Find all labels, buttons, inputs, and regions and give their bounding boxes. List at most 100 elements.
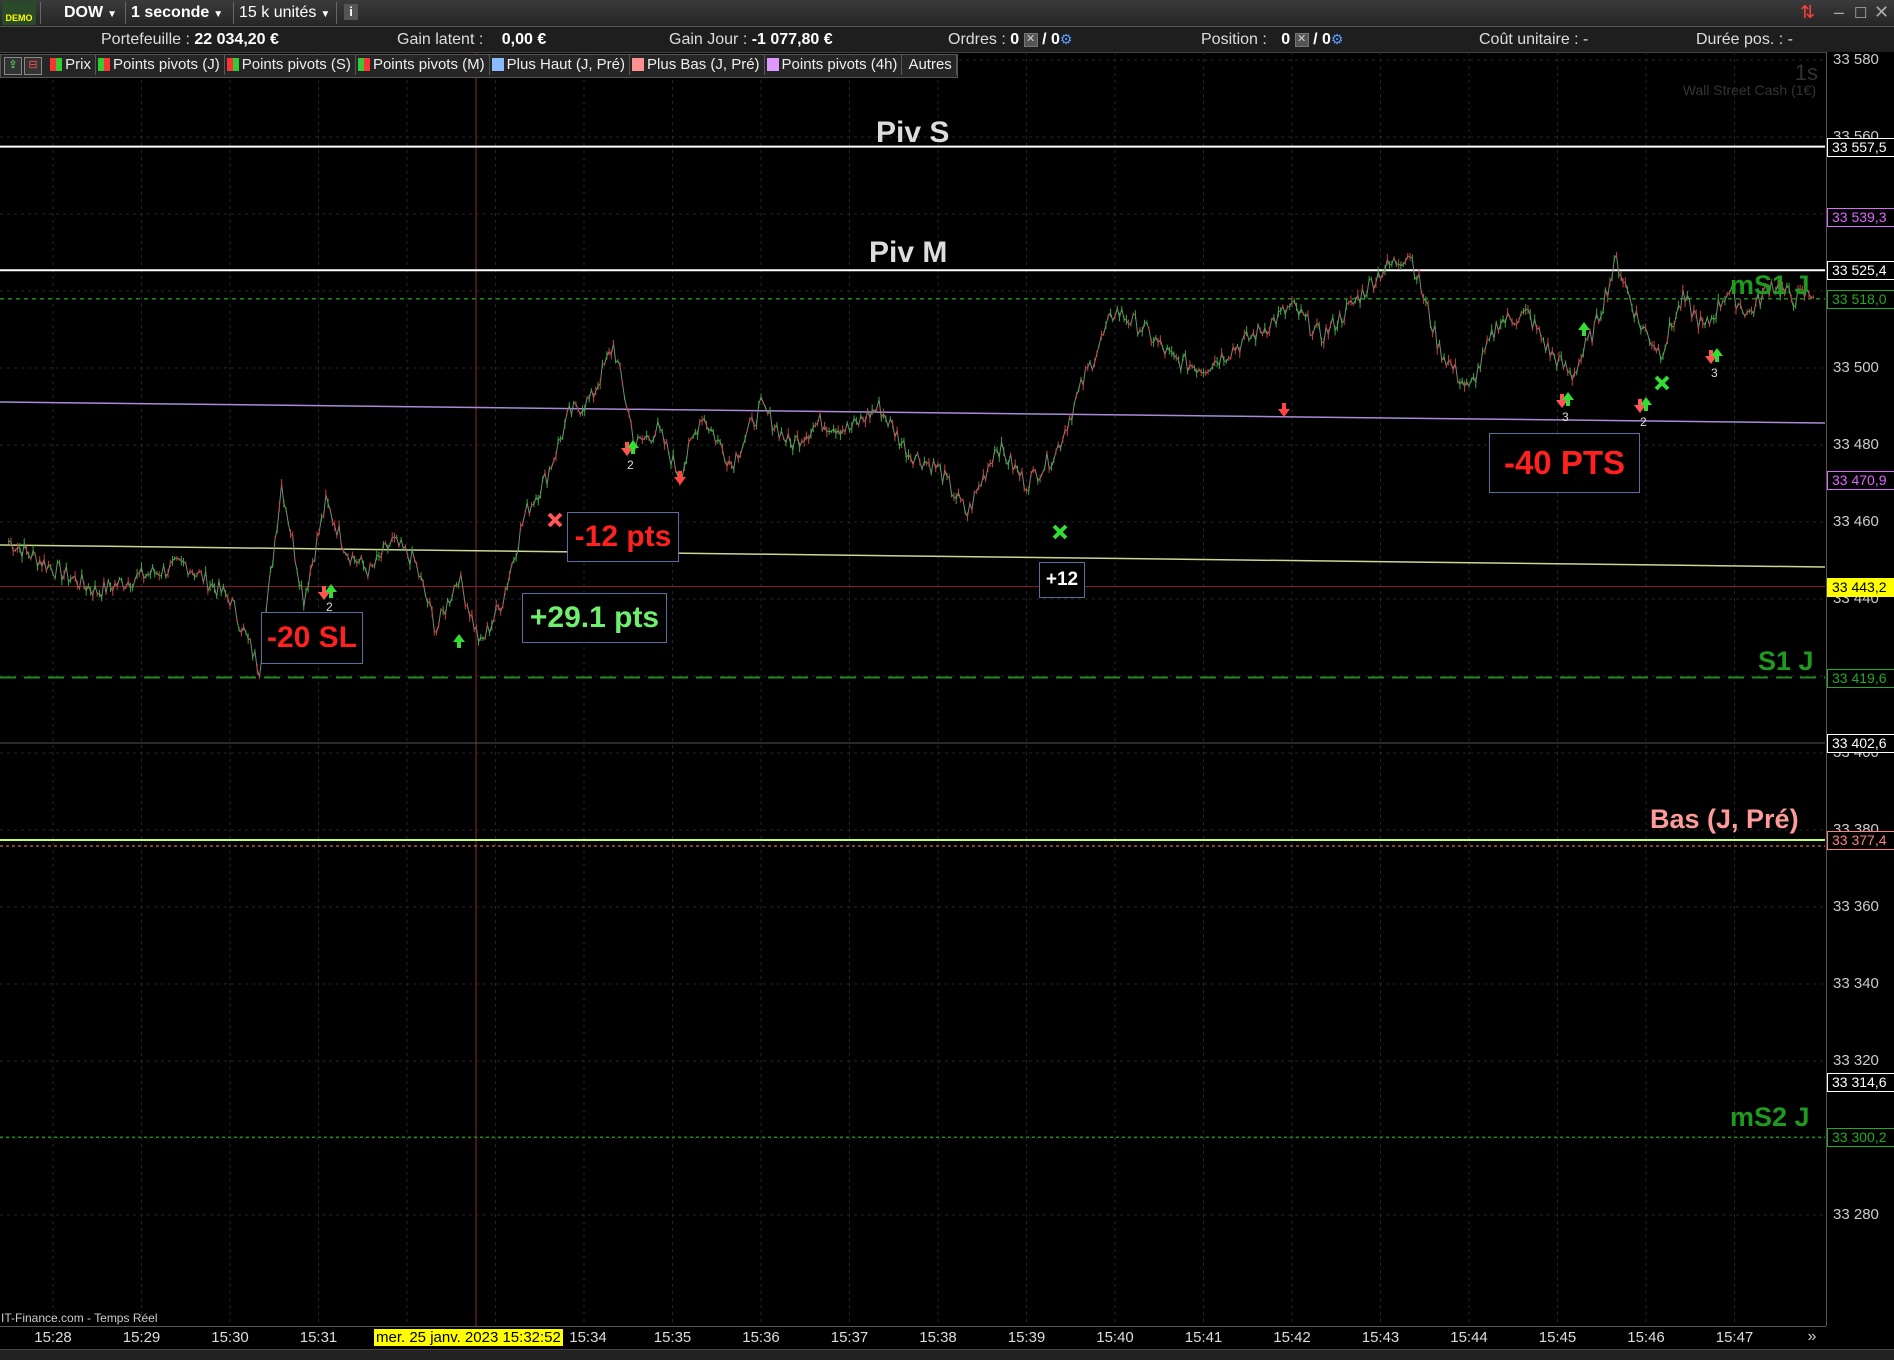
instrument-selector[interactable]: DOW ▼ [64,3,117,23]
remove-indicator-icon[interactable]: ⊟ [24,57,42,75]
buy-arrow-icon [453,634,465,648]
watermark-instrument: Wall Street Cash (1€) [1682,82,1816,98]
maximize-icon[interactable]: ☐ [1854,4,1867,22]
day-gain-info: Gain Jour : -1 077,80 € [669,31,833,49]
trade-exit-marker [1052,524,1068,540]
legend-item-others[interactable]: Autres [902,55,957,75]
legend-swatch [226,58,239,71]
price-tick-label: 33 360 [1833,898,1879,915]
legend-swatch [491,58,504,71]
legend-label: Points pivots (S) [241,56,351,73]
day-gain-label: Gain Jour : [669,31,748,48]
price-level-tag: 33 518,0 [1827,289,1894,309]
legend-swatch [357,58,370,71]
pivot-m-label: Piv M [869,236,948,269]
legend-label: Autres [908,56,952,73]
time-tick-label: 15:45 [1538,1329,1577,1346]
add-indicator-icon[interactable]: ⇪ [4,57,22,75]
portfolio-info: Portefeuille : 22 034,20 € [101,31,279,49]
previous-low-label: Bas (J, Pré) [1650,804,1799,834]
position-info: Position : 0 ✕ / 0⚙ [1201,31,1343,49]
cancel-orders-icon[interactable]: ✕ [1023,32,1038,47]
time-tick-label: 15:42 [1273,1329,1311,1346]
legend-item-previous-low[interactable]: Plus Bas (J, Pré) [630,55,765,75]
portfolio-label: Portefeuille : [101,31,190,48]
price-axis[interactable]: 33 58033 56033 50033 48033 46033 44033 4… [1826,51,1894,1326]
time-tick-label: 15:31 [299,1329,338,1346]
time-tick-label: 15:28 [34,1329,72,1346]
legend-item-price[interactable]: Prix [48,55,97,75]
time-axis[interactable]: 15:28 15:29 15:30 15:31 15:34 15:35 15:36 15:37… [0,1326,1826,1349]
info-button[interactable]: i [344,4,358,20]
portfolio-value: 22 034,20 € [194,31,279,48]
chevron-down-icon: ▼ [320,9,331,20]
time-tick-label: 15:38 [919,1329,957,1346]
price-level-tag: 33 525,4 [1827,261,1894,281]
price-tick-label: 33 340 [1833,975,1879,992]
price-tick-label: 33 460 [1833,513,1879,530]
legend-swatch [766,58,779,71]
orders-label: Ordres : [948,31,1006,48]
units-selector[interactable]: 15 k unités ▼ [239,3,330,23]
minimize-icon[interactable]: – [1834,2,1844,23]
trade-exit-marker [547,512,563,528]
toolbar-separator [40,2,41,24]
trade-result-box: -20 SL [261,612,363,664]
trend-line-purple [0,401,1825,424]
pivot-s-label: Piv S [876,116,950,149]
position-label: Position : [1201,31,1267,48]
position-duration-label: Durée pos. : - [1696,31,1793,48]
orders-info: Ordres : 0 ✕ / 0⚙ [948,31,1072,49]
marker-count: 3 [1562,410,1569,424]
refresh-icon[interactable]: ⇅ [1800,2,1815,23]
latent-gain-info: Gain latent : 0,00 € [397,31,546,49]
scroll-right-icon[interactable]: » [1800,1326,1824,1348]
close-position-icon[interactable]: ✕ [1294,32,1309,47]
price-level-tag: 33 419,6 [1827,668,1894,688]
time-tick-label: 15:43 [1361,1329,1400,1346]
legend-label: Points pivots (M) [372,56,485,73]
legend-item-monthly-pivots[interactable]: Points pivots (M) [356,55,490,75]
close-icon[interactable]: ✕ [1874,2,1889,23]
time-tick-label: 15:30 [211,1329,249,1346]
time-tick-label: 15:47 [1715,1329,1754,1346]
legend-item-weekly-pivots[interactable]: Points pivots (S) [225,55,356,75]
legend-item-daily-pivots[interactable]: Points pivots (J) [96,55,225,75]
s1-level-label: S1 J [1758,646,1814,676]
unit-cost-label: Coût unitaire : - [1479,31,1589,48]
demo-label: DEMO [5,13,33,23]
marker-count: 2 [1640,415,1647,429]
period-label: 1 seconde [131,4,210,21]
sell-arrow-icon [674,471,686,485]
period-selector[interactable]: 1 seconde ▼ [131,3,223,23]
time-tick-label: 15:41 [1184,1329,1223,1346]
time-tick-label: 15:46 [1627,1329,1665,1346]
trade-exit-marker [1654,375,1670,391]
price-chart[interactable]: 1s Wall Street Cash (1€) Piv S Piv M mS1… [0,52,1825,1326]
trade-result-box: -40 PTS [1489,433,1640,493]
legend-swatch [632,58,645,71]
latent-gain-value: 0,00 € [501,31,547,48]
time-tick-label: 15:36 [742,1329,780,1346]
bottom-taskbar [0,1349,1894,1360]
price-level-tag: 33 377,4 [1827,831,1894,850]
cursor-date-tag: mer. 25 janv. 2023 15:32:52 [374,1329,563,1346]
price-tick-label: 33 480 [1833,436,1879,453]
gear-icon[interactable]: ⚙ [1060,31,1073,47]
legend-item-previous-high[interactable]: Plus Haut (J, Pré) [490,55,631,75]
price-level-tag: 33 314,6 [1827,1072,1894,1092]
instrument-label: DOW [64,4,104,21]
price-level-tag: 33 539,3 [1827,207,1894,227]
trade-result-box: +12 [1039,562,1085,598]
data-source-label: IT-Finance.com - Temps Réel [1,1311,158,1325]
orders-total: / 0 [1042,31,1060,48]
time-tick-label: 15:40 [1096,1329,1134,1346]
price-level-tag: 33 300,2 [1827,1128,1894,1148]
account-info-bar: Portefeuille : 22 034,20 € Gain latent :… [0,27,1894,53]
indicator-legend: ⇪ ⊟ Prix Points pivots (J) Points pivots (S… [0,54,958,78]
legend-item-4h-pivots[interactable]: Points pivots (4h) [765,55,903,75]
marker-count: 2 [326,600,333,614]
gear-icon[interactable]: ⚙ [1331,31,1344,47]
ms1-level-label: mS1 J [1730,270,1810,300]
sell-arrow-icon [1278,403,1290,417]
